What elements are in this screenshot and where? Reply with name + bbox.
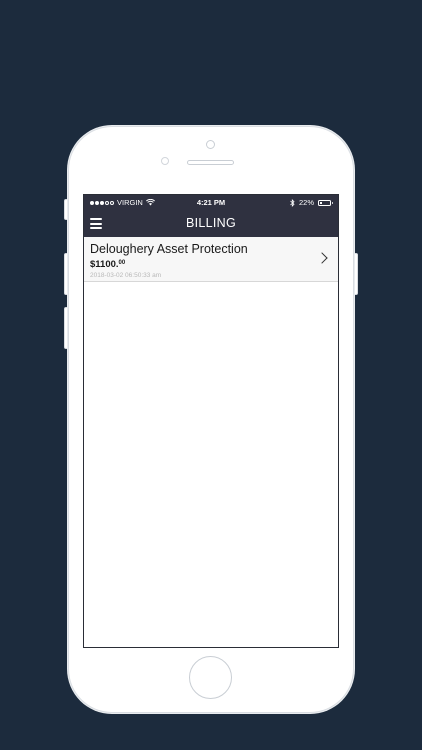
billing-list: Deloughery Asset Protection $1100.00 201… (84, 237, 338, 282)
billing-item-amount-cents: 00 (118, 260, 126, 266)
page-title: BILLING (185, 216, 237, 230)
battery-fill (320, 201, 322, 204)
billing-item-amount: $1100.00 (90, 257, 338, 271)
home-button (189, 656, 232, 699)
status-bar: VIRGIN 4:21 PM 22% (84, 195, 338, 210)
earpiece-speaker (187, 160, 234, 165)
battery-percent: 22% (298, 198, 314, 207)
status-right: 22% (290, 195, 333, 210)
proximity-sensor (161, 157, 169, 165)
nav-bar: BILLING (84, 210, 338, 237)
battery-icon (318, 199, 333, 206)
front-camera (206, 140, 215, 149)
app-screen: VIRGIN 4:21 PM 22% BILLING Deloughery As… (83, 194, 339, 648)
bluetooth-icon (290, 198, 295, 207)
billing-list-item[interactable]: Deloughery Asset Protection $1100.00 201… (84, 237, 338, 282)
billing-item-date: 2018-03-02 06:50:33 am (90, 272, 162, 279)
billing-item-amount-main: $1100. (90, 259, 119, 270)
billing-item-title: Deloughery Asset Protection (90, 242, 248, 256)
power-button (354, 253, 358, 295)
